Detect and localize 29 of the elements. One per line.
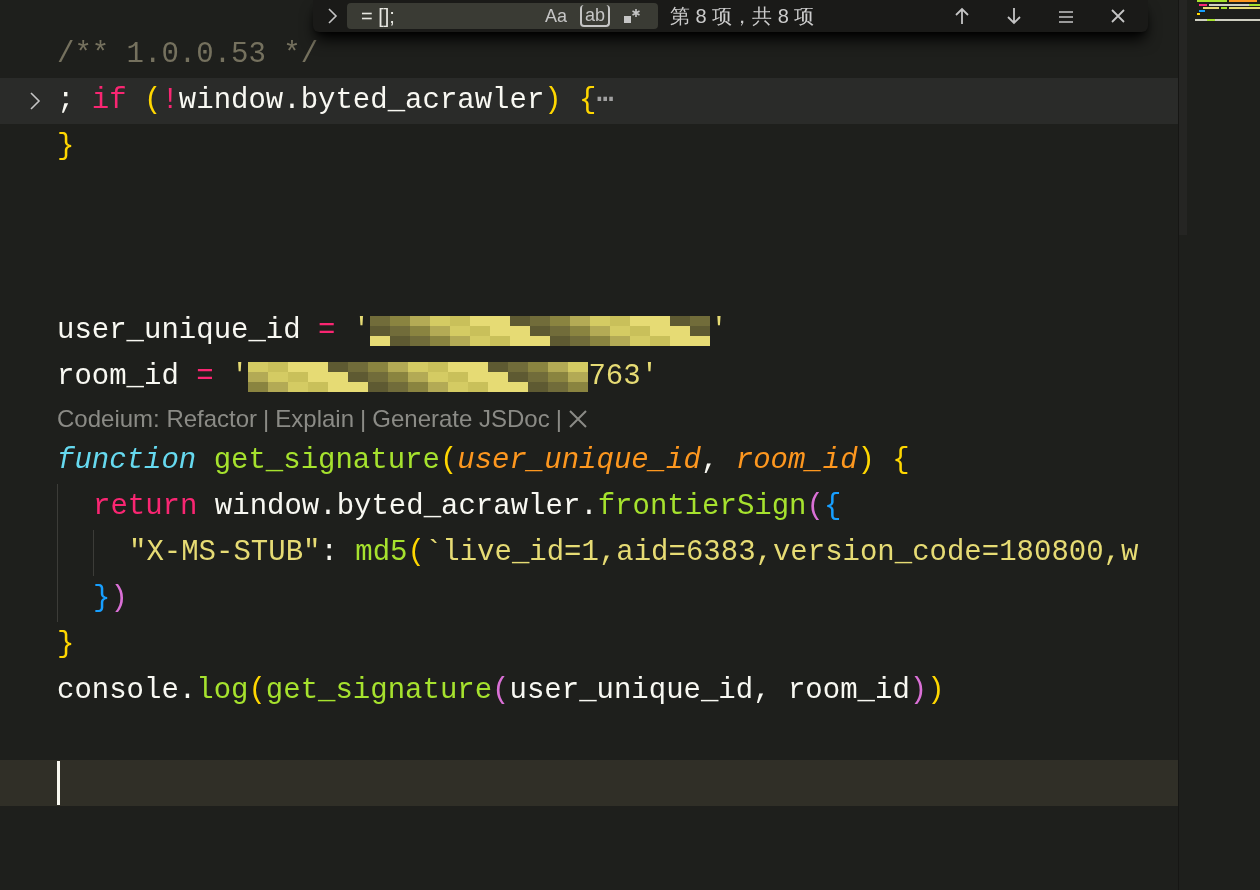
whole-word-button[interactable]: ab <box>579 5 610 27</box>
arrow-down-icon[interactable] <box>1004 6 1024 26</box>
code-line: ; if (!window.byted_acrawler) {⋯ <box>57 83 614 120</box>
code-line: } <box>57 627 75 664</box>
code-line: }) <box>93 581 128 618</box>
chevron-right-icon[interactable] <box>29 91 41 111</box>
match-count: 第 8 项，共 8 项 <box>670 4 815 29</box>
codelens-separator: | <box>555 404 562 434</box>
codelens-link[interactable]: Codeium: Refactor <box>57 401 258 437</box>
regex-icon <box>623 7 641 25</box>
codelens-link[interactable]: Generate JSDoc <box>372 401 550 437</box>
code-line: ' <box>710 313 728 350</box>
code-line: console.log(get_signature(user_unique_id, room_id)) <box>57 673 945 710</box>
code-line: 763' <box>588 359 659 396</box>
codelens-separator: | <box>360 404 367 434</box>
code-line: /** 1.0.0.53 */ <box>57 37 319 74</box>
match-case-button[interactable]: Aa <box>541 5 570 27</box>
code-line: user_unique_id = ' <box>57 313 371 350</box>
code-line: } <box>57 129 75 166</box>
text-cursor <box>57 761 60 805</box>
code-line: room_id = ' <box>57 359 249 396</box>
codelens-link[interactable]: Explain <box>275 401 355 437</box>
chevron-right-icon[interactable] <box>327 6 339 26</box>
code-line: "X-MS-STUB": md5(`live_id=1,aid=6383,version_code=180800,w <box>129 535 1139 572</box>
code-line: return window.byted_acrawler.frontierSign({ <box>93 489 842 526</box>
code-line: function get_signature(user_unique_id, room_id) { <box>57 443 910 480</box>
close-icon[interactable] <box>567 409 588 429</box>
codelens-separator: | <box>263 404 270 434</box>
find-input[interactable]: = []; Aa ab <box>347 3 658 29</box>
